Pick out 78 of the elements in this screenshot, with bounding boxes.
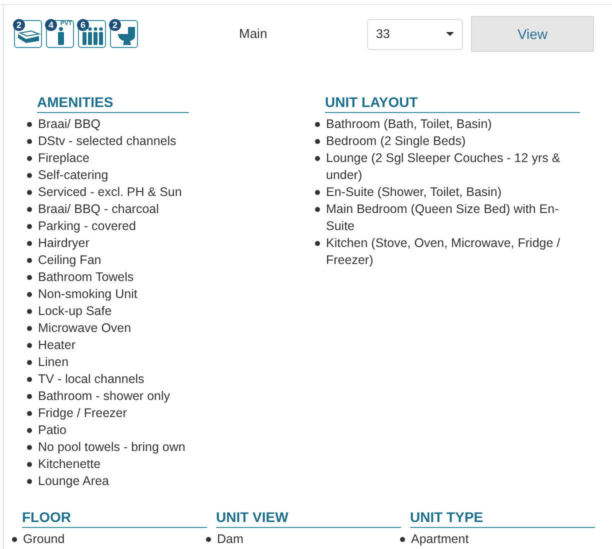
list-item: Bathroom - shower only xyxy=(38,388,170,405)
bullet-icon xyxy=(27,428,32,433)
bullet-icon xyxy=(27,445,32,450)
bullet-icon xyxy=(27,139,32,144)
list-item: Patio xyxy=(38,422,66,439)
section-heading: FLOOR xyxy=(22,508,207,528)
bullet-icon xyxy=(27,394,32,399)
bullet-icon xyxy=(27,156,32,161)
bullet-icon xyxy=(27,360,32,365)
bullet-icon xyxy=(27,241,32,246)
bullet-icon xyxy=(400,537,405,542)
bullet-icon xyxy=(27,343,32,348)
bullet-icon xyxy=(27,190,32,195)
bullet-icon xyxy=(315,207,320,212)
list-item: Fireplace xyxy=(38,150,90,167)
bullet-icon xyxy=(27,173,32,178)
bullet-icon xyxy=(315,190,320,195)
bullet-icon xyxy=(315,156,320,161)
view-button[interactable]: View xyxy=(471,16,594,52)
list-item: Apartment xyxy=(411,531,469,548)
list-item: Non-smoking Unit xyxy=(38,286,138,303)
list-item: Lounge Area xyxy=(38,473,109,490)
bullet-icon xyxy=(27,462,32,467)
bullet-icon xyxy=(315,122,320,127)
section-heading: UNIT LAYOUT xyxy=(325,93,580,113)
list-item: Lounge (2 Sgl Sleeper Couches - 12 yrs & under) xyxy=(326,150,562,184)
list-item: Bathroom Towels xyxy=(38,269,134,286)
list-item: Braai/ BBQ xyxy=(38,116,101,133)
bullet-icon xyxy=(27,479,32,484)
section-heading: UNIT TYPE xyxy=(410,508,595,528)
list-item: Microwave Oven xyxy=(38,320,132,337)
bullet-icon xyxy=(27,275,32,280)
person-icon xyxy=(57,27,65,45)
bullet-icon xyxy=(27,224,32,229)
section-heading: UNIT VIEW xyxy=(216,508,401,528)
bullet-icon xyxy=(27,207,32,212)
bullet-icon xyxy=(206,537,211,542)
bullet-icon xyxy=(27,326,32,331)
list-item: Ground xyxy=(23,531,65,548)
list-item: Kitchen (Stove, Oven, Microwave, Fridge / Freezer) xyxy=(326,235,562,269)
bullet-icon xyxy=(315,241,320,246)
count-badge: 2 xyxy=(13,19,25,31)
list-item: Main Bedroom (Queen Size Bed) with En-Suite xyxy=(326,201,560,235)
list-item: Serviced - excl. PH & Sun xyxy=(38,184,182,201)
section-heading: AMENITIES xyxy=(37,93,189,113)
bullet-icon xyxy=(27,377,32,382)
count-badge: 2 xyxy=(109,19,121,31)
list-item: Dam xyxy=(217,531,244,548)
list-item: En-Suite (Shower, Toilet, Basin) xyxy=(326,184,503,201)
toilet-icon xyxy=(116,27,136,45)
list-item: Fridge / Freezer xyxy=(38,405,127,422)
caret-icon xyxy=(446,32,454,36)
bullet-icon xyxy=(27,122,32,127)
list-item: Self-catering xyxy=(38,167,108,184)
list-item: Parking - covered xyxy=(38,218,136,235)
list-item: Heater xyxy=(38,337,76,354)
list-item: No pool towels - bring own xyxy=(38,439,186,456)
list-item: Bathroom (Bath, Toilet, Basin) xyxy=(326,116,493,133)
count-badge: 6 xyxy=(77,19,89,31)
list-item: TV - local channels xyxy=(38,371,144,388)
bullet-icon xyxy=(27,258,32,263)
bullet-icon xyxy=(27,309,32,314)
list-item: DStv - selected channels xyxy=(38,133,176,150)
list-item: Hairdryer xyxy=(38,235,90,252)
list-item: Braai/ BBQ - charcoal xyxy=(38,201,159,218)
list-item: Kitchenette xyxy=(38,456,101,473)
list-item: Lock-up Safe xyxy=(38,303,112,320)
bullet-icon xyxy=(27,411,32,416)
count-badge: 4 xyxy=(45,19,57,31)
list-item: Bedroom (2 Single Beds) xyxy=(326,133,467,150)
unit-name: Main xyxy=(239,25,268,44)
bullet-icon xyxy=(315,139,320,144)
unit-select[interactable]: 33 xyxy=(367,18,463,50)
list-item: Ceiling Fan xyxy=(38,252,102,269)
list-item: Linen xyxy=(38,354,69,371)
people-icon xyxy=(82,27,104,45)
bullet-icon xyxy=(12,537,17,542)
bullet-icon xyxy=(27,292,32,297)
